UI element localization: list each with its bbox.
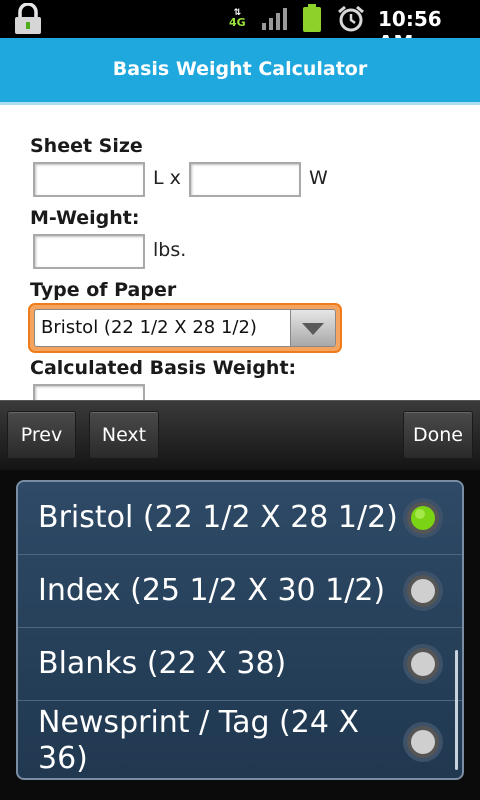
page-title: Basis Weight Calculator [112,58,368,80]
width-unit-label: W [309,167,328,189]
sheet-width-input[interactable] [189,162,301,197]
picker-option-label: Index (25 1/2 X 30 1/2) [38,573,386,608]
prev-button[interactable]: Prev [7,411,76,459]
alarm-icon [338,5,364,32]
calculated-basis-weight-label: Calculated Basis Weight: [30,357,297,379]
paper-type-select-field[interactable]: Bristol (22 1/2 X 28 1/2) [34,309,336,347]
status-bar: ⇅ 4G 10:56 AM [0,0,480,55]
radio-unselected-icon[interactable] [402,643,444,685]
picker-option[interactable]: Index (25 1/2 X 30 1/2) [18,555,462,628]
battery-icon [303,4,321,32]
network-label: 4G [229,16,246,29]
m-weight-label: M-Weight: [30,207,140,229]
picker-scrollbar[interactable] [455,650,458,770]
radio-selected-icon[interactable] [402,497,444,539]
signal-icon [262,8,287,30]
paper-type-selected-value: Bristol (22 1/2 X 28 1/2) [41,317,257,338]
paper-type-picker: Bristol (22 1/2 X 28 1/2) Index (25 1/2 … [16,480,464,780]
radio-unselected-icon[interactable] [402,570,444,612]
radio-unselected-icon[interactable] [402,721,444,763]
network-type: ⇅ 4G [229,8,246,29]
picker-option[interactable]: Blanks (22 X 38) [18,628,462,701]
sheet-size-label: Sheet Size [30,135,143,157]
m-weight-unit-label: lbs. [153,239,187,261]
next-button[interactable]: Next [89,411,159,459]
length-unit-label: L x [153,167,181,189]
picker-option-label: Newsprint / Tag (24 X 36) [38,705,360,776]
picker-toolbar: Prev Next Done [0,400,480,471]
picker-option-label: Bristol (22 1/2 X 28 1/2) [38,500,398,535]
select-dropdown-button[interactable] [290,310,335,346]
paper-type-select[interactable]: Bristol (22 1/2 X 28 1/2) [28,303,342,353]
form-content: Sheet Size L x W M-Weight: lbs. Type of … [0,105,480,419]
m-weight-input[interactable] [33,234,145,269]
picker-option[interactable]: Bristol (22 1/2 X 28 1/2) [18,482,462,555]
picker-option-label: Blanks (22 X 38) [38,646,287,681]
sheet-length-input[interactable] [33,162,145,197]
chevron-down-icon [302,323,324,335]
lock-icon [15,3,41,34]
picker-option[interactable]: Newsprint / Tag (24 X 36) [18,701,462,776]
done-button[interactable]: Done [403,411,473,459]
paper-type-label: Type of Paper [30,279,177,301]
title-bar: Basis Weight Calculator [0,38,480,105]
